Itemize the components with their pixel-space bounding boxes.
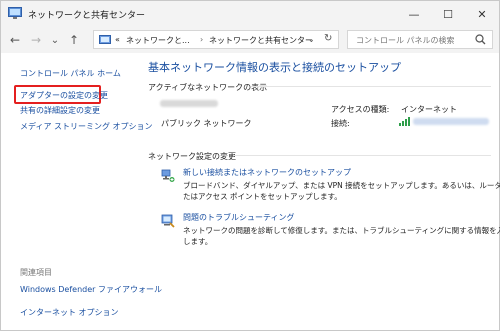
recent-locations-button[interactable]: ⌄: [47, 32, 63, 48]
breadcrumb-network[interactable]: ネットワークと...: [126, 35, 190, 46]
wifi-signal-icon: [399, 117, 410, 126]
back-button[interactable]: ←: [7, 32, 23, 48]
maximize-button[interactable]: ☐: [431, 1, 465, 27]
address-overflow[interactable]: «: [115, 35, 120, 44]
address-bar[interactable]: « ネットワークと... › ネットワークと共有センター ⌄ ↻: [93, 30, 339, 49]
minimize-button[interactable]: —: [397, 1, 431, 27]
refresh-button[interactable]: ↻: [324, 33, 332, 44]
related-internet-options-link[interactable]: インターネット オプション: [20, 307, 119, 318]
title-bar: ネットワークと共有センター — ☐ ✕: [1, 1, 499, 27]
connection-label: 接続:: [331, 119, 350, 128]
section-divider: [233, 155, 491, 156]
connection-name-redacted[interactable]: [413, 118, 489, 125]
address-dropdown-button[interactable]: ⌄: [308, 35, 315, 44]
new-connection-link[interactable]: 新しい接続またはネットワークのセットアップ: [183, 167, 351, 178]
page-title: 基本ネットワーク情報の表示と接続のセットアップ: [148, 61, 401, 74]
search-placeholder[interactable]: コントロール パネルの検索: [356, 35, 455, 46]
up-button[interactable]: ↑: [66, 32, 82, 48]
network-center-icon: [8, 7, 22, 19]
control-panel-icon: [99, 35, 111, 44]
sidebar-item-media-streaming[interactable]: メディア ストリーミング オプション: [20, 121, 153, 132]
new-connection-description: ブロードバンド、ダイヤルアップ、または VPN 接続をセットアップします。あるい…: [183, 181, 500, 201]
access-type-value: インターネット: [401, 105, 457, 114]
close-button[interactable]: ✕: [465, 1, 499, 27]
breadcrumb-separator: ›: [200, 35, 204, 44]
sidebar-item-adapter-settings[interactable]: アダプターの設定の変更: [20, 90, 108, 101]
active-networks-label: アクティブなネットワークの表示: [148, 83, 268, 92]
change-settings-label: ネットワーク設定の変更: [148, 152, 236, 161]
window-title: ネットワークと共有センター: [28, 11, 146, 21]
network-type: パブリック ネットワーク: [161, 119, 252, 128]
sidebar-control-panel-home[interactable]: コントロール パネル ホーム: [20, 68, 121, 79]
network-name-redacted: [160, 100, 218, 107]
troubleshoot-description: ネットワークの問題を診断して修復します。または、トラブルシューティングに関する情…: [183, 226, 500, 246]
troubleshoot-icon: [161, 214, 175, 228]
access-type-label: アクセスの種類:: [331, 105, 390, 114]
sidebar-item-advanced-sharing[interactable]: 共有の詳細設定の変更: [20, 105, 100, 116]
network-setup-icon: [161, 169, 175, 182]
navigation-bar: ← → ⌄ ↑ « ネットワークと... › ネットワークと共有センター ⌄ ↻…: [1, 27, 499, 53]
search-icon[interactable]: [475, 34, 486, 45]
window: ネットワークと共有センター — ☐ ✕ ← → ⌄ ↑ « ネットワークと...…: [0, 0, 500, 331]
forward-button[interactable]: →: [28, 32, 44, 48]
related-firewall-link[interactable]: Windows Defender ファイアウォール: [20, 284, 162, 295]
related-heading: 関連項目: [20, 268, 52, 277]
section-divider: [251, 86, 491, 87]
troubleshoot-link[interactable]: 問題のトラブルシューティング: [183, 212, 295, 223]
search-box[interactable]: コントロール パネルの検索: [347, 30, 493, 49]
breadcrumb-sharing-center[interactable]: ネットワークと共有センター: [209, 35, 313, 46]
